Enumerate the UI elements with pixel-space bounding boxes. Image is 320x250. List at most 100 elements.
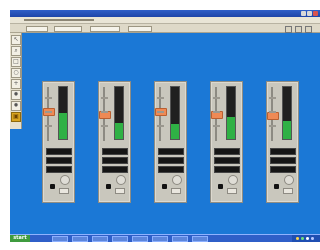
system-tray (292, 235, 320, 242)
toolbar (10, 24, 320, 33)
close-icon[interactable] (313, 11, 318, 16)
level-meter (282, 86, 292, 140)
scale-mark (45, 125, 52, 127)
channel-button[interactable] (171, 188, 181, 194)
cross-icon[interactable]: + (11, 79, 21, 89)
scale-mark (269, 125, 276, 127)
parameter-field[interactable] (214, 157, 240, 164)
toolbar-button[interactable] (305, 26, 312, 33)
tray-icon[interactable] (301, 237, 304, 240)
scale-mark (269, 111, 276, 113)
application-window: ↖ ⌕ □ ○ + ✹ ✹ ▣ start (10, 10, 320, 242)
parameter-field[interactable] (46, 166, 72, 173)
toolbar-field[interactable] (90, 26, 120, 32)
level-meter (114, 86, 124, 140)
channel-button[interactable] (59, 188, 69, 194)
mute-toggle[interactable] (274, 184, 279, 189)
channel-button[interactable] (227, 188, 237, 194)
parameter-field[interactable] (158, 148, 184, 155)
zoom-icon[interactable]: ⌕ (11, 46, 21, 56)
scale-mark (213, 125, 220, 127)
channel-button[interactable] (115, 188, 125, 194)
parameter-field[interactable] (214, 148, 240, 155)
level-meter (58, 86, 68, 140)
parameter-field[interactable] (270, 157, 296, 164)
level-meter-fill (171, 124, 179, 139)
channel-strip (210, 81, 243, 203)
start-button[interactable]: start (10, 235, 30, 242)
toolbar-field[interactable] (26, 26, 48, 32)
mute-toggle[interactable] (106, 184, 111, 189)
taskbar-item[interactable] (72, 236, 88, 242)
toolbar-field[interactable] (128, 26, 152, 32)
fader-handle[interactable] (267, 112, 279, 121)
menu-strip (24, 19, 94, 21)
channel-strip (98, 81, 131, 203)
level-meter-fill (227, 117, 235, 139)
tray-icon[interactable] (311, 237, 314, 240)
scale-mark (157, 111, 164, 113)
scale-mark (213, 97, 220, 99)
square-icon[interactable]: □ (11, 57, 21, 67)
level-meter-fill (115, 122, 123, 139)
scale-mark (45, 111, 52, 113)
gear-icon[interactable]: ✹ (11, 90, 21, 100)
toolbar-button[interactable] (295, 26, 302, 33)
pan-knob[interactable] (172, 175, 182, 185)
channel-strip (42, 81, 75, 203)
scale-mark (45, 97, 52, 99)
scale-mark (101, 125, 108, 127)
parameter-field[interactable] (270, 148, 296, 155)
parameter-field[interactable] (102, 166, 128, 173)
pan-knob[interactable] (116, 175, 126, 185)
level-meter (170, 86, 180, 140)
title-bar (10, 10, 320, 17)
menu-bar (10, 17, 320, 24)
level-meter (226, 86, 236, 140)
channel-strip (266, 81, 299, 203)
taskbar-item[interactable] (152, 236, 168, 242)
folder-icon[interactable]: ▣ (11, 112, 21, 122)
left-tool-palette: ↖ ⌕ □ ○ + ✹ ✹ ▣ (10, 33, 22, 129)
scale-mark (157, 97, 164, 99)
taskbar-item[interactable] (172, 236, 188, 242)
scale-mark (269, 97, 276, 99)
taskbar: start (10, 234, 320, 242)
circle-icon[interactable]: ○ (11, 68, 21, 78)
pan-knob[interactable] (228, 175, 238, 185)
mute-toggle[interactable] (50, 184, 55, 189)
mute-toggle[interactable] (218, 184, 223, 189)
parameter-field[interactable] (158, 166, 184, 173)
toolbar-field[interactable] (54, 26, 82, 32)
maximize-icon[interactable] (307, 11, 312, 16)
mute-toggle[interactable] (162, 184, 167, 189)
channel-button[interactable] (283, 188, 293, 194)
tray-icon[interactable] (306, 237, 309, 240)
pan-knob[interactable] (284, 175, 294, 185)
parameter-field[interactable] (270, 166, 296, 173)
taskbar-item[interactable] (52, 236, 68, 242)
taskbar-item[interactable] (92, 236, 108, 242)
pointer-icon[interactable]: ↖ (11, 35, 21, 45)
scale-mark (101, 111, 108, 113)
channel-strip (154, 81, 187, 203)
level-meter-fill (283, 120, 291, 139)
parameter-field[interactable] (46, 157, 72, 164)
scale-mark (157, 125, 164, 127)
parameter-field[interactable] (102, 157, 128, 164)
parameter-field[interactable] (214, 166, 240, 173)
gear-icon[interactable]: ✹ (11, 101, 21, 111)
toolbar-button[interactable] (285, 26, 292, 33)
scale-mark (213, 111, 220, 113)
scale-mark (101, 97, 108, 99)
taskbar-item[interactable] (192, 236, 208, 242)
parameter-field[interactable] (102, 148, 128, 155)
minimize-icon[interactable] (301, 11, 306, 16)
pan-knob[interactable] (60, 175, 70, 185)
level-meter-fill (59, 113, 67, 139)
taskbar-item[interactable] (132, 236, 148, 242)
tray-icon[interactable] (296, 237, 299, 240)
taskbar-item[interactable] (112, 236, 128, 242)
parameter-field[interactable] (158, 157, 184, 164)
parameter-field[interactable] (46, 148, 72, 155)
